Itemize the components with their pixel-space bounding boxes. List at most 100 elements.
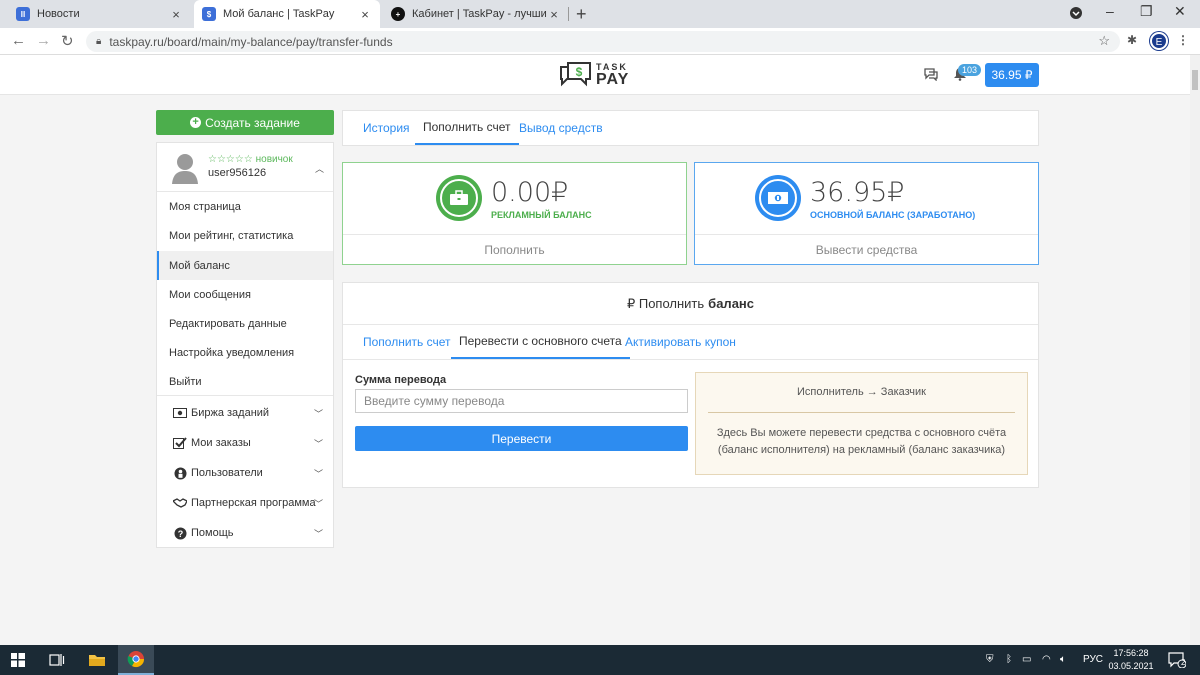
windows-start-icon[interactable]	[0, 645, 36, 675]
sidebar-item-notifications[interactable]: Настройка уведомления	[157, 338, 333, 367]
scrollbar-track[interactable]	[1190, 55, 1200, 645]
create-task-button[interactable]: + Создать задание	[156, 110, 334, 135]
sidebar-item-messages[interactable]: Мои сообщения	[157, 280, 333, 309]
sidebar-item-my-page[interactable]: Моя страница	[157, 192, 333, 221]
back-icon[interactable]: ←	[11, 32, 26, 49]
tab-label: Активировать купон	[625, 335, 736, 349]
sidebar-item-edit-profile[interactable]: Редактировать данные	[157, 309, 333, 338]
file-explorer-icon[interactable]	[79, 645, 115, 675]
balance-tabs: История Пополнить счет Вывод средств	[342, 110, 1039, 146]
transfer-button[interactable]: Перевести	[355, 426, 688, 451]
browser-tab-title: Кабинет | TaskPay - лучший про	[412, 8, 547, 20]
currency-sign: ₽	[887, 177, 905, 208]
taskpay-logo[interactable]: $ TASK PAY	[558, 61, 629, 89]
plus-circle-icon: +	[190, 117, 202, 128]
sidebar-item-label: Редактировать данные	[169, 317, 287, 330]
panel-title-bold: баланс	[708, 296, 755, 311]
menu-dots-icon[interactable]: ⋮	[1177, 33, 1189, 47]
forward-icon[interactable]: →	[36, 32, 51, 49]
svg-text:?: ?	[177, 529, 183, 539]
shield-icon[interactable]: ⛨	[986, 654, 994, 665]
username: user956126	[208, 167, 267, 179]
minimize-icon[interactable]: –	[1106, 3, 1114, 19]
chevron-up-icon[interactable]: ︿	[315, 162, 324, 175]
wifi-icon[interactable]: ◠	[1042, 654, 1051, 665]
ad-balance-amount: 0.00₽	[491, 177, 568, 208]
address-bar[interactable]: 🔒︎ taskpay.ru/board/main/my-balance/pay/…	[86, 31, 1120, 52]
avatar	[171, 152, 199, 184]
task-view-icon[interactable]	[40, 645, 74, 675]
ad-balance-label: РЕКЛАМНЫЙ БАЛАНС	[491, 210, 592, 220]
reload-icon[interactable]: ↻	[61, 32, 74, 50]
sidebar-item-rating[interactable]: Мои рейтинг, статистика	[157, 221, 333, 250]
chrome-taskbar-icon[interactable]	[118, 645, 154, 675]
tab-top-up-account[interactable]: Пополнить счет	[363, 325, 451, 359]
chevron-down-icon: ﹀	[313, 439, 323, 449]
battery-icon[interactable]: ▭	[1022, 654, 1031, 665]
clock[interactable]: 17:56:28 03.05.2021	[1108, 647, 1154, 673]
check-icon	[173, 436, 187, 450]
sidebar-group-help[interactable]: ? Помощь ﹀	[157, 518, 333, 548]
tab-search-icon[interactable]	[1069, 6, 1083, 23]
scrollbar-thumb[interactable]	[1192, 70, 1198, 90]
chevron-down-icon: ﹀	[313, 499, 323, 509]
close-icon[interactable]: ×	[169, 7, 183, 22]
withdraw-button[interactable]: Вывести средства	[695, 234, 1038, 264]
sidebar-group-partner[interactable]: Партнерская программа ﹀	[157, 488, 333, 518]
main-balance-card: 36.95₽ ОСНОВНОЙ БАЛАНС (ЗАРАБОТАНО) Выве…	[694, 162, 1039, 265]
logo-line2: PAY	[596, 70, 630, 88]
sidebar-item-logout[interactable]: Выйти	[157, 367, 333, 396]
info-text: Здесь Вы можете перевести средства с осн…	[716, 427, 1007, 456]
tab-activate-coupon[interactable]: Активировать купон	[625, 325, 736, 359]
header-balance-button[interactable]: 36.95 ₽	[985, 63, 1039, 87]
panel-title-prefix: ₽ Пополнить	[626, 295, 705, 311]
tab-history[interactable]: История	[363, 111, 410, 145]
close-window-icon[interactable]: ✕	[1174, 3, 1186, 20]
money-icon	[173, 406, 187, 420]
sidebar-group-label: Мои заказы	[191, 437, 251, 449]
browser-toolbar: ← → ↻ 🔒︎ taskpay.ru/board/main/my-balanc…	[0, 28, 1200, 55]
bookmark-star-icon[interactable]: ☆	[1098, 33, 1110, 49]
clock-time: 17:56:28	[1113, 648, 1149, 658]
sidebar-group-users[interactable]: Пользователи ﹀	[157, 458, 333, 488]
tab-transfer-from-main[interactable]: Перевести с основного счета	[451, 325, 630, 359]
tab-label: История	[363, 121, 410, 135]
extensions-icon[interactable]: ✱	[1127, 33, 1137, 47]
volume-icon[interactable]: 🔈︎	[1060, 654, 1066, 665]
tab-top-up[interactable]: Пополнить счет	[415, 111, 519, 145]
browser-tab-news[interactable]: II Новости ×	[8, 0, 191, 28]
handshake-icon	[173, 496, 187, 510]
sidebar-group-my-orders[interactable]: Мои заказы ﹀	[157, 428, 333, 458]
transfer-amount-input[interactable]	[355, 389, 688, 413]
amount-value: 36.95	[810, 177, 888, 208]
top-up-button[interactable]: Пополнить	[343, 234, 686, 264]
clock-date: 03.05.2021	[1108, 661, 1154, 671]
bluetooth-icon[interactable]: ᛒ	[1006, 654, 1012, 665]
main-balance-amount: 36.95₽	[810, 177, 904, 208]
sidebar-group-label: Биржа заданий	[191, 407, 270, 419]
maximize-icon[interactable]: ❐	[1140, 3, 1153, 20]
tab-withdraw[interactable]: Вывод средств	[519, 111, 603, 145]
currency-sign: ₽	[551, 177, 569, 208]
browser-tab-title: Новости	[37, 8, 80, 20]
close-icon[interactable]: ×	[547, 7, 561, 22]
user-card[interactable]: ☆☆☆☆☆ новичок user956126 ︿	[157, 143, 333, 192]
sidebar-item-balance[interactable]: Мой баланс	[157, 251, 333, 280]
close-icon[interactable]: ×	[358, 7, 372, 22]
language-indicator[interactable]: РУС	[1083, 654, 1103, 665]
chevron-down-icon: ﹀	[313, 469, 323, 479]
chat-icon[interactable]	[923, 67, 939, 84]
chevron-down-icon: ﹀	[313, 529, 323, 539]
top-up-panel: ₽ Пополнить баланс Пополнить счет Переве…	[342, 282, 1039, 488]
sidebar: ☆☆☆☆☆ новичок user956126 ︿ Моя страница …	[156, 142, 334, 548]
new-tab-icon[interactable]: +	[576, 4, 587, 25]
rank-stars: ☆☆☆☆☆	[208, 154, 253, 165]
action-center-icon[interactable]: 2	[1162, 645, 1192, 675]
profile-avatar[interactable]: E	[1150, 32, 1168, 50]
browser-tab-balance[interactable]: $ Мой баланс | TaskPay ×	[194, 0, 380, 28]
browser-tab-cabinet[interactable]: + Кабинет | TaskPay - лучший про ×	[383, 0, 569, 28]
sidebar-group-task-exchange[interactable]: Биржа заданий ﹀	[157, 398, 333, 428]
tab-label: Пополнить счет	[423, 120, 511, 134]
url-text: taskpay.ru/board/main/my-balance/pay/tra…	[109, 34, 393, 49]
tab-label: Пополнить счет	[363, 335, 451, 349]
